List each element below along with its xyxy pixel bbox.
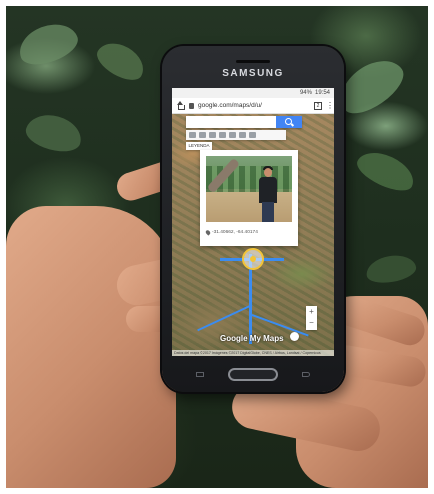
phone: SAMSUNG 94% 19:54 google.com/maps/d/u/ 2…	[162, 46, 344, 392]
back-key[interactable]	[302, 372, 310, 377]
search-input[interactable]	[186, 116, 276, 128]
pin-icon	[204, 229, 212, 236]
map-attribution: Datos del mapa ©2017 Imágenes ©2017 Digi…	[172, 350, 334, 356]
left-hand	[6, 206, 176, 488]
battery-level: 94%	[299, 90, 312, 96]
person-head	[264, 168, 272, 177]
route-line	[197, 304, 253, 332]
home-icon[interactable]	[176, 101, 185, 110]
place-info-card[interactable]: -31.40662, -64.40174	[200, 150, 298, 246]
status-bar: 94% 19:54	[172, 88, 334, 98]
home-button[interactable]	[228, 368, 278, 381]
zoom-out-icon[interactable]: −	[306, 317, 317, 328]
person-legs	[262, 202, 274, 222]
leaf	[364, 251, 418, 287]
clock: 19:54	[314, 90, 330, 96]
pegman-icon[interactable]	[242, 248, 264, 270]
person-body	[259, 177, 277, 203]
marker-icon[interactable]	[219, 132, 226, 138]
directions-icon[interactable]	[239, 132, 246, 138]
satellite-map[interactable]: LEYENDA -31.40662, -64.40174 + − Google …	[172, 114, 334, 356]
phone-screen: 94% 19:54 google.com/maps/d/u/ 2 ⋮ LEYEN…	[172, 88, 334, 356]
my-location-icon[interactable]	[290, 332, 299, 341]
zoom-control[interactable]: + −	[306, 306, 317, 330]
phone-brand: SAMSUNG	[222, 68, 284, 79]
redo-icon[interactable]	[199, 132, 206, 138]
place-photo	[206, 156, 292, 222]
hand-icon[interactable]	[209, 132, 216, 138]
lock-icon	[189, 102, 194, 109]
line-icon[interactable]	[229, 132, 236, 138]
leaf	[91, 35, 151, 87]
url-field[interactable]: google.com/maps/d/u/	[198, 102, 310, 109]
google-my-maps-logo: Google My Maps	[220, 334, 284, 343]
leaf	[22, 109, 86, 157]
leaf	[352, 144, 420, 198]
layer-label[interactable]: LEYENDA	[186, 142, 212, 150]
more-vert-icon[interactable]: ⋮	[326, 101, 334, 110]
browser-address-bar: google.com/maps/d/u/ 2 ⋮	[172, 98, 334, 114]
ruler-icon[interactable]	[249, 132, 256, 138]
tabs-icon[interactable]: 2	[314, 101, 322, 110]
search-icon[interactable]	[276, 116, 302, 128]
zoom-in-icon[interactable]: +	[306, 306, 317, 317]
leaf	[13, 16, 83, 72]
earpiece	[236, 60, 270, 63]
coordinates-text: -31.40662, -64.40174	[212, 230, 258, 235]
map-toolbar	[186, 130, 286, 140]
undo-icon[interactable]	[189, 132, 196, 138]
search-box[interactable]	[186, 116, 302, 128]
coordinates-row: -31.40662, -64.40174	[204, 229, 258, 236]
recent-apps-key[interactable]	[196, 372, 204, 377]
